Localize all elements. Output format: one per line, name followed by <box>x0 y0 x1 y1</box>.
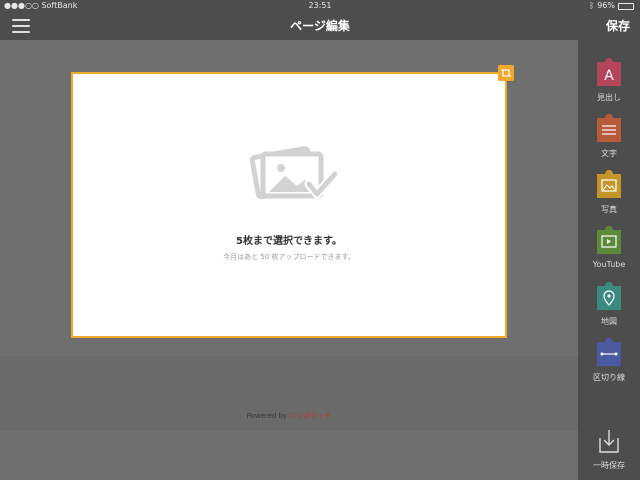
tool-youtube[interactable]: YouTube <box>578 224 640 280</box>
tool-divider[interactable]: 区切り線 <box>578 336 640 392</box>
tool-label: 写真 <box>601 205 617 214</box>
powered-by-label: Powered by <box>246 412 290 420</box>
crop-icon[interactable] <box>498 65 514 81</box>
obscured-heading <box>250 37 330 43</box>
tool-heading[interactable]: A 見出し <box>578 56 640 112</box>
divider-icon <box>597 338 621 366</box>
tool-text[interactable]: 文字 <box>578 112 640 168</box>
svg-text:A: A <box>604 68 614 84</box>
battery-percent: 96% <box>597 1 615 10</box>
download-tray-icon <box>599 430 619 453</box>
tool-label: YouTube <box>592 260 626 269</box>
tool-map[interactable]: 地図 <box>578 280 640 336</box>
status-right: ᛒ 96% <box>589 0 634 12</box>
selection-limit-message: 5枚まで選択できます。 <box>236 236 342 247</box>
status-bar: ●●●○○ SoftBank 23:51 ᛒ 96% <box>0 0 640 12</box>
brand-link[interactable]: ロリポタッチ <box>289 412 331 420</box>
page-title: ページ編集 <box>290 19 350 33</box>
photos-placeholder-icon <box>249 146 337 200</box>
temp-save-button[interactable]: 一時保存 <box>578 428 640 478</box>
temp-save-label: 一時保存 <box>593 461 625 470</box>
bluetooth-icon: ᛒ <box>589 1 595 10</box>
nav-bar: ページ編集 保存 <box>0 12 640 40</box>
save-button[interactable]: 保存 <box>606 12 630 40</box>
battery-icon <box>618 2 634 10</box>
photo-upload-panel[interactable]: 5枚まで選択できます。 今月はあと 50 枚アップロードできます。 <box>71 65 514 338</box>
clock: 23:51 <box>308 1 332 10</box>
tool-label: 区切り線 <box>593 373 625 382</box>
tool-label: 文字 <box>601 149 617 158</box>
heading-A-icon: A <box>597 58 621 86</box>
tool-label: 見出し <box>597 93 621 102</box>
tool-photo[interactable]: 写真 <box>578 168 640 224</box>
photo-icon <box>597 170 621 198</box>
tool-sidebar: A 見出し 文字 写真 YouTube 地図 区切り線 一時保存 <box>578 40 640 480</box>
video-play-icon <box>597 226 621 254</box>
text-lines-icon <box>597 114 621 142</box>
upload-quota-message: 今月はあと 50 枚アップロードできます。 <box>223 253 355 261</box>
tool-label: 地図 <box>601 317 617 326</box>
powered-by-footer: Powered by ロリポタッチ <box>0 411 578 421</box>
map-pin-icon <box>597 282 621 310</box>
